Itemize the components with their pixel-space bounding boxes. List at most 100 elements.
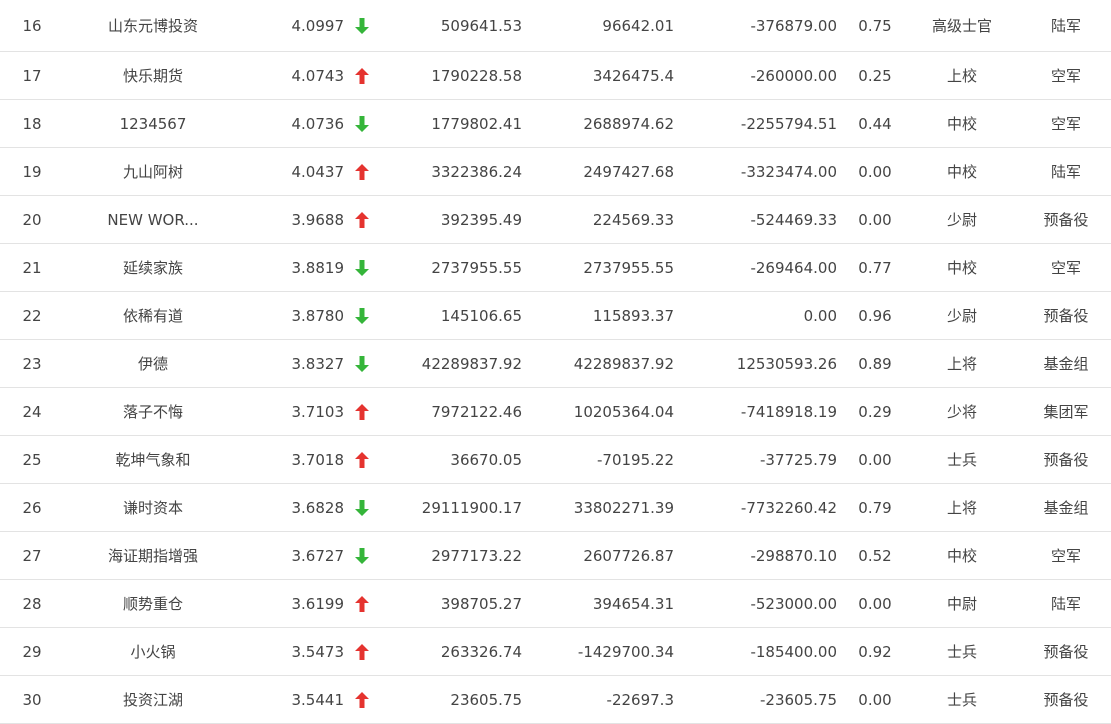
value-3-cell: 0.00 — [803, 306, 837, 325]
value-1-cell: 7972122.46 — [431, 402, 522, 421]
value-1-cell: 2977173.22 — [431, 546, 522, 565]
value-3-cell: -2255794.51 — [740, 114, 837, 133]
group-cell: 预备役 — [1043, 643, 1089, 661]
group-cell: 陆军 — [1050, 595, 1081, 613]
arrow-up-icon — [352, 676, 372, 723]
table-row[interactable]: 20 NEW WOR... 3.9688 392395.49 224569.33… — [0, 196, 1111, 244]
title-cell: 上将 — [946, 499, 977, 517]
name-cell[interactable]: 落子不悔 — [68, 388, 238, 435]
value-2-cell: 10205364.04 — [573, 402, 674, 421]
arrow-up-icon — [352, 148, 372, 195]
group-cell: 预备役 — [1043, 691, 1089, 709]
table-row[interactable]: 29 小火锅 3.5473 263326.74 -1429700.34 -185… — [0, 628, 1111, 676]
value-3-cell: -37725.79 — [760, 450, 837, 469]
table-row[interactable]: 19 九山阿树 4.0437 3322386.24 2497427.68 -33… — [0, 148, 1111, 196]
group-cell: 基金组 — [1043, 355, 1089, 373]
name-cell[interactable]: 伊德 — [68, 340, 238, 387]
group-cell: 预备役 — [1043, 307, 1089, 325]
value-1-cell: 3322386.24 — [431, 162, 522, 181]
group-cell: 空军 — [1050, 547, 1081, 565]
ratio-cell: 0.44 — [858, 114, 892, 133]
title-cell: 中校 — [946, 547, 977, 565]
value-3-cell: -376879.00 — [750, 16, 837, 35]
score-cell: 3.8819 — [291, 258, 345, 277]
table-row[interactable]: 27 海证期指增强 3.6727 2977173.22 2607726.87 -… — [0, 532, 1111, 580]
name-cell[interactable]: 九山阿树 — [68, 148, 238, 195]
group-cell: 空军 — [1050, 67, 1081, 85]
rank-cell: 30 — [22, 690, 42, 709]
table-row[interactable]: 21 延续家族 3.8819 2737955.55 2737955.55 -26… — [0, 244, 1111, 292]
table-row[interactable]: 25 乾坤气象和 3.7018 36670.05 -70195.22 -3772… — [0, 436, 1111, 484]
arrow-up-icon — [352, 388, 372, 435]
score-cell: 4.0997 — [291, 16, 345, 35]
table-row[interactable]: 17 快乐期货 4.0743 1790228.58 3426475.4 -260… — [0, 52, 1111, 100]
arrow-down-icon — [352, 244, 372, 291]
name-cell[interactable]: 谦时资本 — [68, 484, 238, 531]
score-cell: 3.5473 — [291, 642, 345, 661]
rank-cell: 29 — [22, 642, 42, 661]
group-cell: 空军 — [1050, 259, 1081, 277]
rank-cell: 20 — [22, 210, 42, 229]
name-cell[interactable]: 1234567 — [68, 100, 238, 147]
group-cell: 预备役 — [1043, 211, 1089, 229]
table-row[interactable]: 22 依稀有道 3.8780 145106.65 115893.37 0.00 … — [0, 292, 1111, 340]
value-1-cell: 1779802.41 — [431, 114, 522, 133]
value-2-cell: 42289837.92 — [573, 354, 674, 373]
group-cell: 基金组 — [1043, 499, 1089, 517]
table-row[interactable]: 28 顺势重仓 3.6199 398705.27 394654.31 -5230… — [0, 580, 1111, 628]
value-2-cell: 394654.31 — [592, 594, 674, 613]
value-3-cell: -260000.00 — [750, 66, 837, 85]
title-cell: 少尉 — [946, 211, 977, 229]
rank-cell: 18 — [22, 114, 42, 133]
score-cell: 4.0736 — [291, 114, 345, 133]
table-row[interactable]: 16 山东元博投资 4.0997 509641.53 96642.01 -376… — [0, 0, 1111, 52]
name-cell[interactable]: 山东元博投资 — [68, 0, 238, 51]
value-1-cell: 23605.75 — [450, 690, 522, 709]
table-row[interactable]: 18 1234567 4.0736 1779802.41 2688974.62 … — [0, 100, 1111, 148]
value-2-cell: -22697.3 — [606, 690, 674, 709]
score-cell: 3.6199 — [291, 594, 345, 613]
ratio-cell: 0.92 — [858, 642, 892, 661]
table-row[interactable]: 26 谦时资本 3.6828 29111900.17 33802271.39 -… — [0, 484, 1111, 532]
name-cell[interactable]: 延续家族 — [68, 244, 238, 291]
title-cell: 中校 — [946, 259, 977, 277]
table-row[interactable]: 30 投资江湖 3.5441 23605.75 -22697.3 -23605.… — [0, 676, 1111, 724]
arrow-down-icon — [352, 0, 372, 51]
arrow-up-icon — [352, 436, 372, 483]
table-row[interactable]: 23 伊德 3.8327 42289837.92 42289837.92 125… — [0, 340, 1111, 388]
ratio-cell: 0.00 — [858, 690, 892, 709]
ratio-cell: 0.79 — [858, 498, 892, 517]
score-cell: 3.7018 — [291, 450, 345, 469]
score-cell: 3.9688 — [291, 210, 345, 229]
arrow-down-icon — [352, 484, 372, 531]
value-2-cell: 224569.33 — [592, 210, 674, 229]
title-cell: 士兵 — [946, 451, 977, 469]
name-cell[interactable]: NEW WOR... — [68, 196, 238, 243]
name-cell[interactable]: 乾坤气象和 — [68, 436, 238, 483]
ratio-cell: 0.75 — [858, 16, 892, 35]
table-row[interactable]: 24 落子不悔 3.7103 7972122.46 10205364.04 -7… — [0, 388, 1111, 436]
name-cell[interactable]: 快乐期货 — [68, 52, 238, 99]
rank-cell: 22 — [22, 306, 42, 325]
name-cell[interactable]: 投资江湖 — [68, 676, 238, 723]
title-cell: 士兵 — [946, 691, 977, 709]
arrow-down-icon — [352, 532, 372, 579]
ratio-cell: 0.00 — [858, 210, 892, 229]
value-1-cell: 398705.27 — [440, 594, 522, 613]
score-cell: 3.6828 — [291, 498, 345, 517]
value-3-cell: -524469.33 — [750, 210, 837, 229]
rank-cell: 26 — [22, 498, 42, 517]
rank-cell: 24 — [22, 402, 42, 421]
score-cell: 4.0437 — [291, 162, 345, 181]
title-cell: 中校 — [946, 115, 977, 133]
name-cell[interactable]: 顺势重仓 — [68, 580, 238, 627]
ratio-cell: 0.00 — [858, 594, 892, 613]
value-1-cell: 263326.74 — [440, 642, 522, 661]
rank-cell: 23 — [22, 354, 42, 373]
value-1-cell: 2737955.55 — [431, 258, 522, 277]
arrow-up-icon — [352, 52, 372, 99]
value-1-cell: 29111900.17 — [421, 498, 522, 517]
name-cell[interactable]: 小火锅 — [68, 628, 238, 675]
name-cell[interactable]: 依稀有道 — [68, 292, 238, 339]
name-cell[interactable]: 海证期指增强 — [68, 532, 238, 579]
